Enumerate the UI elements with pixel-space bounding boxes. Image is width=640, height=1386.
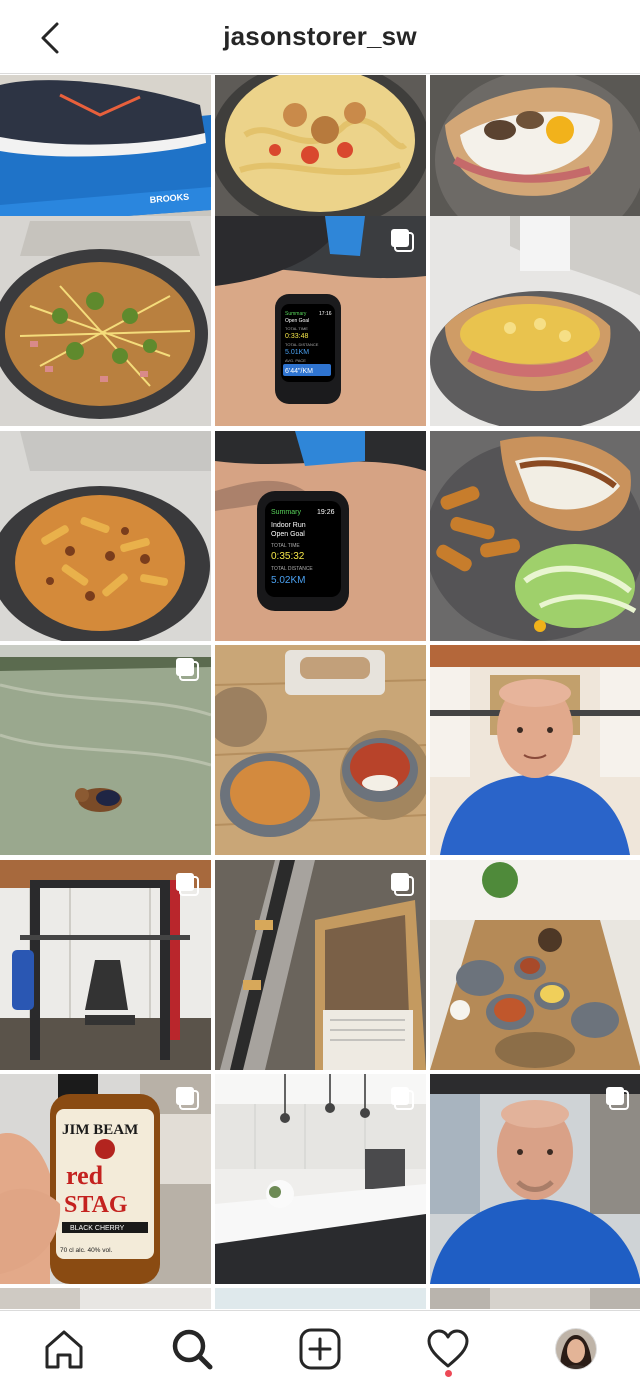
post-tile[interactable] [430, 431, 640, 641]
post-tile[interactable] [0, 645, 211, 855]
post-image-partial [215, 1288, 426, 1309]
watch-goal-text: Open Goal [271, 531, 305, 538]
watch-value-text: 6'44"/KM [285, 368, 313, 375]
post-tile[interactable] [430, 1074, 640, 1284]
post-tile[interactable] [430, 645, 640, 855]
watch-time-text: 19:26 [317, 509, 335, 516]
bottom-navigation [0, 1310, 640, 1386]
notification-dot [445, 1370, 452, 1377]
post-tile[interactable]: Summary 17:16 Open Goal TOTAL TIME 0:33:… [215, 216, 426, 426]
post-image-partial [0, 1288, 211, 1309]
top-bar: jasonstorer_sw [0, 0, 640, 74]
bottle-volume-text: 70 cl alc. 40% vol. [60, 1247, 113, 1254]
nav-search-button[interactable] [162, 1323, 222, 1375]
post-image-selfie-1 [430, 645, 640, 855]
watch-summary-text: Summary [271, 509, 301, 516]
back-button[interactable] [32, 18, 68, 58]
bottle-name-text: STAG [64, 1192, 128, 1218]
post-tile[interactable] [430, 216, 640, 426]
watch-label-text: TOTAL DISTANCE [271, 566, 313, 572]
post-tile[interactable]: Summary 19:26 Indoor Run Open Goal TOTAL… [215, 431, 426, 641]
avatar-icon [555, 1328, 597, 1370]
heart-icon [427, 1329, 469, 1368]
post-tile[interactable]: JIM BEAM red STAG BLACK CHERRY 70 cl alc… [0, 1074, 211, 1284]
post-image-loaded-fries [0, 216, 211, 426]
post-image-pitta-wedges [430, 431, 640, 641]
watch-summary-text: Summary [285, 311, 307, 317]
post-image-curry-table [215, 645, 426, 855]
watch-time-text: 17:16 [319, 311, 332, 317]
post-tile[interactable] [215, 860, 426, 1070]
bottle-flavor-text: BLACK CHERRY [70, 1225, 125, 1232]
home-icon [45, 1330, 83, 1369]
post-tile[interactable] [0, 860, 211, 1070]
watch-workout-text: Indoor Run [271, 522, 306, 529]
post-tile[interactable] [430, 1288, 640, 1309]
multiple-posts-icon [391, 1087, 414, 1110]
plus-square-icon [299, 1328, 341, 1370]
multiple-posts-icon [176, 658, 199, 681]
post-tile[interactable] [0, 431, 211, 641]
chevron-left-icon [41, 22, 59, 54]
post-tile[interactable] [215, 1288, 426, 1309]
watch-label-text: AVG. PACE [285, 358, 306, 363]
post-tile[interactable] [215, 1074, 426, 1284]
nav-new-post-button[interactable] [290, 1323, 350, 1375]
watch-value-text: 5.01KM [285, 349, 309, 356]
search-icon [172, 1329, 213, 1370]
watch-label-text: TOTAL DISTANCE [285, 342, 319, 347]
post-image-penne-bolognese [0, 431, 211, 641]
post-tile[interactable] [0, 1288, 211, 1309]
profile-username: jasonstorer_sw [223, 21, 417, 51]
watch-label-text: TOTAL TIME [271, 543, 300, 549]
post-tile[interactable] [430, 860, 640, 1070]
multiple-posts-icon [391, 229, 414, 252]
nav-home-button[interactable] [34, 1323, 94, 1375]
post-image-watch-summary-2: Summary 19:26 Indoor Run Open Goal TOTAL… [215, 431, 426, 641]
watch-value-text: 0:35:32 [271, 551, 305, 562]
watch-label-text: TOTAL TIME [285, 326, 308, 331]
multiple-posts-icon [176, 1087, 199, 1110]
bottle-brand-text: JIM BEAM [62, 1122, 138, 1138]
nav-activity-button[interactable] [418, 1323, 478, 1375]
nav-profile-button[interactable] [546, 1323, 606, 1375]
multiple-posts-icon [391, 873, 414, 896]
watch-goal-text: Open Goal [285, 318, 309, 324]
bottle-name-text: red [66, 1161, 104, 1190]
post-tile[interactable] [0, 216, 211, 426]
post-image-dining-table [430, 860, 640, 1070]
multiple-posts-icon [176, 873, 199, 896]
watch-value-text: 5.02KM [271, 575, 305, 586]
post-image-partial [430, 1288, 640, 1309]
post-tile[interactable] [215, 645, 426, 855]
post-grid: BROOKS Summary 17:16 Open Goal TOTAL TIM… [0, 75, 640, 1309]
post-image-pitta-egg [430, 216, 640, 426]
multiple-posts-icon [606, 1087, 629, 1110]
watch-value-text: 0:33:48 [285, 333, 308, 340]
